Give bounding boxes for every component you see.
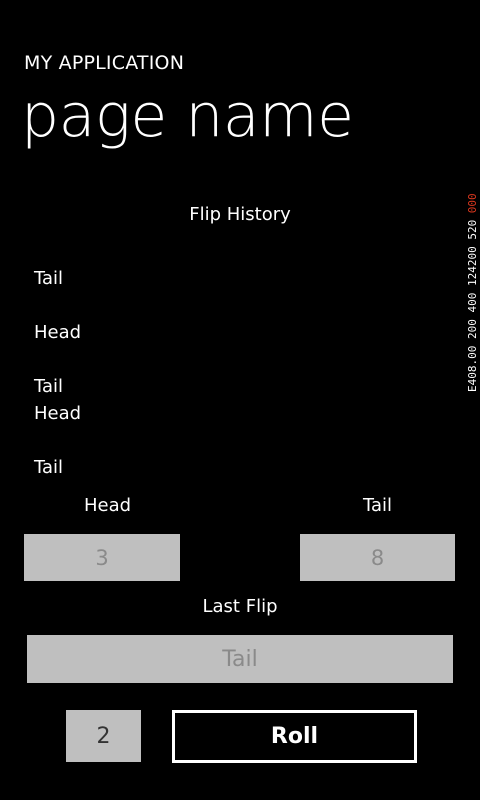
flip-history-label: Flip History: [189, 204, 291, 225]
last-flip-label: Last Flip: [202, 596, 278, 617]
frame-rate-counter-values: E408.00 200 400 124200 520: [466, 213, 479, 392]
app-title: MY APPLICATION: [24, 52, 185, 74]
history-item: Head: [34, 403, 82, 424]
history-item: Tail: [34, 268, 64, 289]
head-count-field[interactable]: 3: [24, 534, 180, 581]
history-item: Tail: [34, 457, 64, 478]
history-item: Tail: [34, 376, 64, 397]
tail-count-label: Tail: [363, 495, 393, 516]
roll-button[interactable]: Roll: [172, 710, 417, 763]
tail-count-field[interactable]: 8: [300, 534, 455, 581]
page-title: page name: [21, 81, 354, 151]
history-item: Head: [34, 322, 82, 343]
flip-history-list[interactable]: Tail Head Tail Head Tail: [34, 268, 274, 488]
head-count-label: Head: [84, 495, 132, 516]
roll-count-field[interactable]: 2: [66, 710, 141, 762]
last-flip-field[interactable]: Tail: [27, 635, 453, 683]
